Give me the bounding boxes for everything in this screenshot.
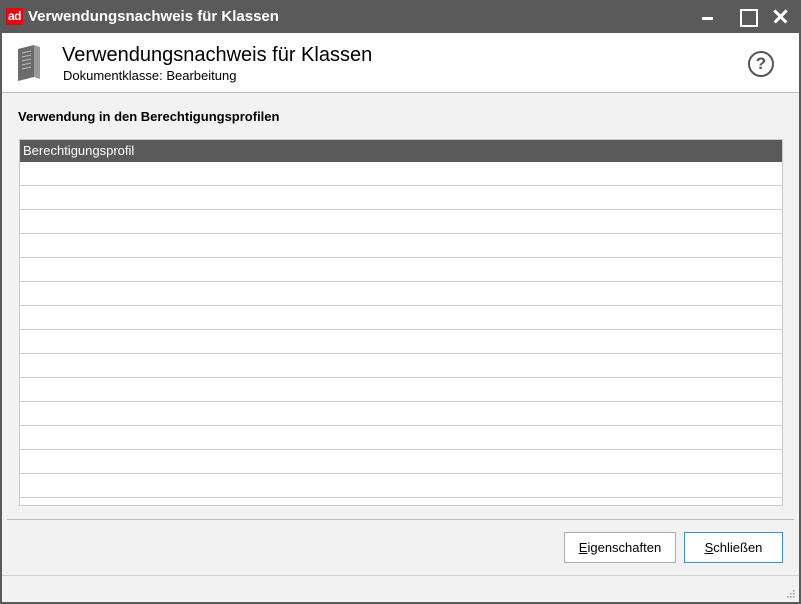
help-icon[interactable]: ? <box>748 51 774 77</box>
table-row[interactable] <box>20 282 782 306</box>
table-row[interactable] <box>20 234 782 258</box>
table-row[interactable] <box>20 354 782 378</box>
window-title: Verwendungsnachweis für Klassen <box>28 8 279 25</box>
close-mnemonic: S <box>704 540 714 555</box>
table-row[interactable] <box>20 498 782 505</box>
resize-grip-icon[interactable] <box>785 588 795 598</box>
book-icon <box>18 45 40 81</box>
permission-profiles-table[interactable]: Berechtigungsprofil <box>19 139 783 506</box>
table-row[interactable] <box>20 450 782 474</box>
properties-button[interactable]: Eigenschaften <box>564 532 676 563</box>
dialog-subtitle: Dokumentklasse: Bearbeitung <box>63 68 237 83</box>
table-row[interactable] <box>20 402 782 426</box>
table-row[interactable] <box>20 306 782 330</box>
dialog-title: Verwendungsnachweis für Klassen <box>62 44 373 66</box>
column-header-berechtigungsprofil[interactable]: Berechtigungsprofil <box>20 140 782 162</box>
table-row[interactable] <box>20 162 782 186</box>
status-bar <box>2 575 799 602</box>
footer-divider <box>7 519 794 520</box>
dialog-header: Verwendungsnachweis für Klassen Dokument… <box>2 33 799 93</box>
table-row[interactable] <box>20 474 782 498</box>
title-bar[interactable]: ad Verwendungsnachweis für Klassen <box>0 0 801 33</box>
table-row[interactable] <box>20 186 782 210</box>
section-heading: Verwendung in den Berechtigungsprofilen <box>18 109 280 124</box>
close-label: chließen <box>713 540 763 555</box>
table-row[interactable] <box>20 426 782 450</box>
table-row[interactable] <box>20 378 782 402</box>
close-button[interactable]: Schließen <box>684 532 783 563</box>
maximize-icon[interactable] <box>728 0 764 33</box>
minimize-icon[interactable] <box>690 0 726 33</box>
close-icon[interactable] <box>764 0 800 33</box>
app-logo: ad <box>6 8 23 25</box>
table-row[interactable] <box>20 210 782 234</box>
dialog-window: ad Verwendungsnachweis für Klassen Verwe… <box>0 0 801 604</box>
properties-label: igenschaften <box>587 540 662 555</box>
table-row[interactable] <box>20 330 782 354</box>
table-row[interactable] <box>20 258 782 282</box>
